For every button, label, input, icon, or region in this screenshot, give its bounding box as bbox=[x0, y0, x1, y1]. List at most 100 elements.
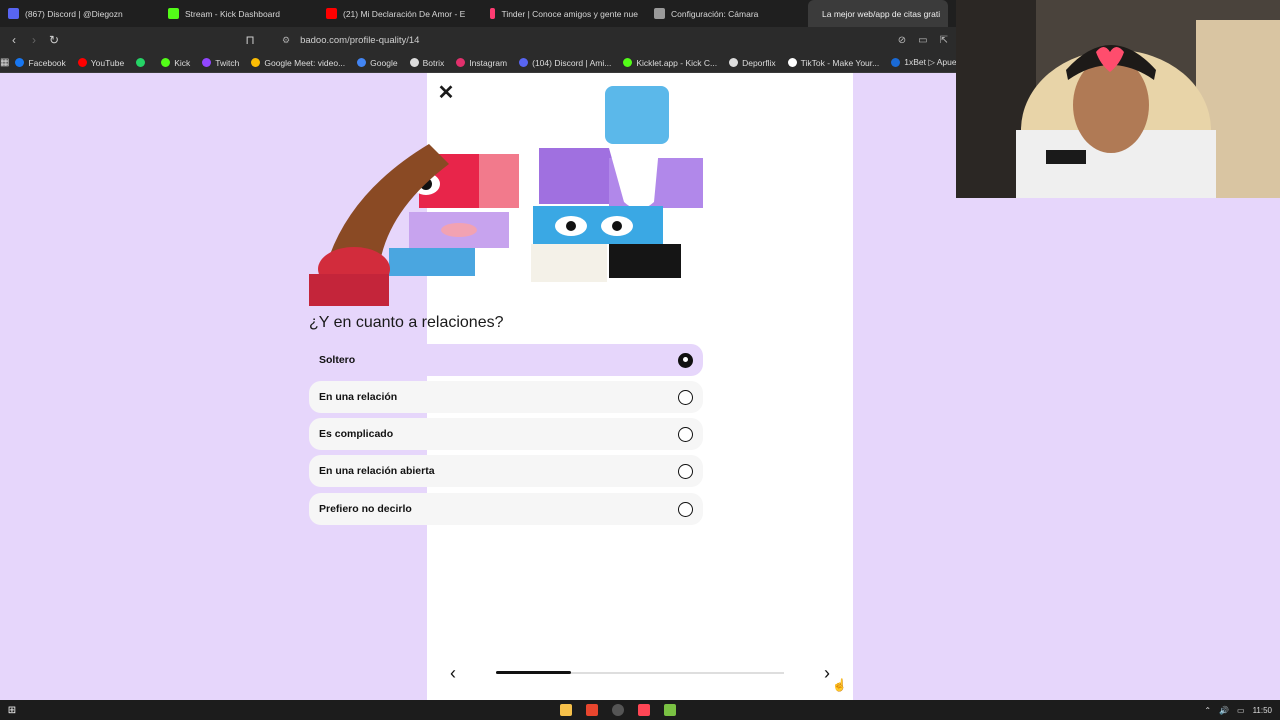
network-icon[interactable]: ▭ bbox=[1237, 706, 1245, 715]
bookmark-item[interactable]: Kicklet.app - Kick C... bbox=[617, 58, 723, 68]
relationships-illustration bbox=[309, 86, 703, 306]
cast-icon[interactable]: ▭ bbox=[918, 35, 927, 46]
question-title: ¿Y en cuanto a relaciones? bbox=[309, 314, 504, 331]
reload-icon[interactable]: ↻ bbox=[44, 33, 64, 47]
bookmark-item[interactable]: TikTok - Make Your... bbox=[782, 58, 886, 68]
bookmark-item[interactable]: Google bbox=[351, 58, 403, 68]
option-label: Soltero bbox=[319, 354, 356, 366]
apps-icon[interactable]: ▦ bbox=[0, 57, 9, 68]
file-explorer-icon[interactable] bbox=[560, 704, 572, 716]
tab-label: La mejor web/app de citas grati bbox=[822, 8, 941, 19]
bookmark-favicon-icon bbox=[77, 58, 87, 67]
browser-tab[interactable]: Tinder | Conoce amigos y gente nue bbox=[482, 0, 646, 27]
obs-icon[interactable] bbox=[612, 704, 624, 716]
tab-strip: (867) Discord | @Diegozn Stream - Kick Da… bbox=[0, 0, 956, 27]
tab-favicon-icon bbox=[326, 8, 337, 19]
bookmark-favicon-icon bbox=[15, 58, 25, 67]
option-label: En una relación abierta bbox=[319, 465, 435, 477]
navigation-bar: ‹ › ↻ ⊓ ⚙ badoo.com/profile-quality/14 ⊘… bbox=[0, 27, 956, 53]
os-taskbar: ⊞ ⌃ 🔊 ▭ 11:50 bbox=[0, 700, 1280, 720]
webcam-overlay bbox=[956, 0, 1280, 198]
option-label: Es complicado bbox=[319, 428, 394, 440]
bookmark-favicon-icon bbox=[456, 58, 466, 67]
bookmark-item[interactable]: Facebook bbox=[9, 58, 71, 68]
webcam-image bbox=[956, 0, 1280, 198]
relationship-option[interactable]: Prefiero no decirlo bbox=[309, 493, 703, 525]
bookmark-item[interactable]: Botrix bbox=[404, 58, 451, 68]
bookmark-item[interactable]: Kick bbox=[155, 58, 196, 68]
bookmark-item[interactable]: Deporflix bbox=[723, 58, 782, 68]
radio-button[interactable] bbox=[678, 463, 693, 479]
bookmark-item[interactable]: Google Meet: video... bbox=[245, 58, 351, 68]
bookmark-label: YouTube bbox=[90, 57, 125, 68]
option-label: Prefiero no decirlo bbox=[319, 503, 412, 515]
system-tray: ⌃ 🔊 ▭ 11:50 bbox=[1204, 706, 1272, 715]
bookmark-favicon-icon bbox=[161, 58, 171, 67]
clock[interactable]: 11:50 bbox=[1253, 706, 1272, 715]
bookmarks-bar: ▦ Facebook YouTube Kick Twitch Google Meet: … bbox=[0, 53, 956, 73]
browser-tab[interactable]: (21) Mi Declaración De Amor - E bbox=[318, 0, 482, 27]
volume-icon[interactable]: 🔊 bbox=[1219, 706, 1229, 715]
browser-tab[interactable]: (867) Discord | @Diegozn bbox=[0, 0, 160, 27]
close-icon[interactable]: ✕ bbox=[436, 83, 456, 103]
progress-bar bbox=[496, 671, 784, 674]
bookmark-label: Deporflix bbox=[742, 57, 776, 68]
bookmark-item[interactable]: YouTube bbox=[72, 58, 130, 68]
relationship-option[interactable]: Soltero bbox=[309, 344, 703, 376]
bookmark-item[interactable] bbox=[130, 58, 155, 67]
windows-start-icon[interactable]: ⊞ bbox=[0, 705, 24, 716]
taskbar-apps bbox=[560, 704, 676, 716]
address-bar[interactable]: ⚙ badoo.com/profile-quality/14 bbox=[282, 30, 898, 50]
tab-label: (867) Discord | @Diegozn bbox=[25, 8, 123, 19]
radio-button[interactable] bbox=[678, 426, 693, 442]
tab-label: Stream - Kick Dashboard bbox=[185, 8, 280, 19]
pointer-cursor-icon: ☝ bbox=[832, 678, 847, 692]
bookmark-label: TikTok - Make Your... bbox=[800, 57, 880, 68]
back-icon[interactable]: ‹ bbox=[4, 33, 24, 47]
bookmark-item[interactable]: Twitch bbox=[196, 58, 245, 68]
bookmark-label: Instagram bbox=[469, 57, 508, 68]
bookmark-label: Google bbox=[370, 57, 398, 68]
option-label: En una relación bbox=[319, 391, 398, 403]
browser-tab[interactable]: La mejor web/app de citas grati bbox=[808, 0, 948, 27]
bookmark-favicon-icon bbox=[409, 58, 419, 67]
tab-label: (21) Mi Declaración De Amor - E bbox=[343, 8, 466, 19]
browser-tab[interactable]: Stream - Kick Dashboard bbox=[160, 0, 318, 27]
bookmark-favicon-icon bbox=[729, 58, 739, 67]
toolbar-right: ⊘ ▭ ⇱ bbox=[898, 35, 948, 46]
bookmark-favicon-icon bbox=[787, 58, 797, 67]
tab-label: Configuración: Cámara bbox=[671, 8, 759, 19]
tab-label: Tinder | Conoce amigos y gente nue bbox=[501, 8, 638, 19]
extension-icon[interactable]: ⊘ bbox=[898, 35, 906, 46]
browser-icon[interactable] bbox=[586, 704, 598, 716]
chevron-up-icon[interactable]: ⌃ bbox=[1204, 706, 1211, 715]
relationship-option[interactable]: En una relación bbox=[309, 381, 703, 413]
valorant-icon[interactable] bbox=[638, 704, 650, 716]
bookmark-item[interactable]: 1xBet ▷ Apues bbox=[885, 57, 956, 68]
browser-tab[interactable]: Configuración: Cámara bbox=[646, 0, 808, 27]
tab-favicon-icon bbox=[654, 8, 665, 19]
bookmark-favicon-icon bbox=[519, 58, 529, 67]
site-info-icon[interactable]: ⚙ bbox=[282, 35, 290, 46]
bookmark-item[interactable]: (104) Discord | Ami... bbox=[513, 58, 617, 68]
bookmark-favicon-icon bbox=[202, 58, 212, 67]
radio-button[interactable] bbox=[678, 352, 693, 368]
bookmark-icon[interactable]: ⊓ bbox=[240, 33, 260, 47]
app-icon[interactable] bbox=[664, 704, 676, 716]
previous-button[interactable]: ‹ bbox=[443, 663, 463, 683]
bookmark-favicon-icon bbox=[623, 58, 633, 67]
radio-button[interactable] bbox=[678, 389, 693, 405]
bookmark-favicon-icon bbox=[136, 58, 146, 67]
radio-button[interactable] bbox=[678, 501, 693, 517]
relationship-option[interactable]: Es complicado bbox=[309, 418, 703, 450]
relationship-option[interactable]: En una relación abierta bbox=[309, 455, 703, 487]
bookmark-label: Facebook bbox=[28, 57, 66, 68]
bookmark-favicon-icon bbox=[251, 58, 261, 67]
bookmark-item[interactable]: Instagram bbox=[450, 58, 513, 68]
share-icon[interactable]: ⇱ bbox=[940, 35, 948, 46]
bookmark-label: Botrix bbox=[422, 57, 445, 68]
bookmark-favicon-icon bbox=[357, 58, 367, 67]
forward-icon[interactable]: › bbox=[24, 33, 44, 47]
progress-fill bbox=[496, 671, 571, 674]
bookmark-favicon-icon bbox=[891, 58, 901, 67]
